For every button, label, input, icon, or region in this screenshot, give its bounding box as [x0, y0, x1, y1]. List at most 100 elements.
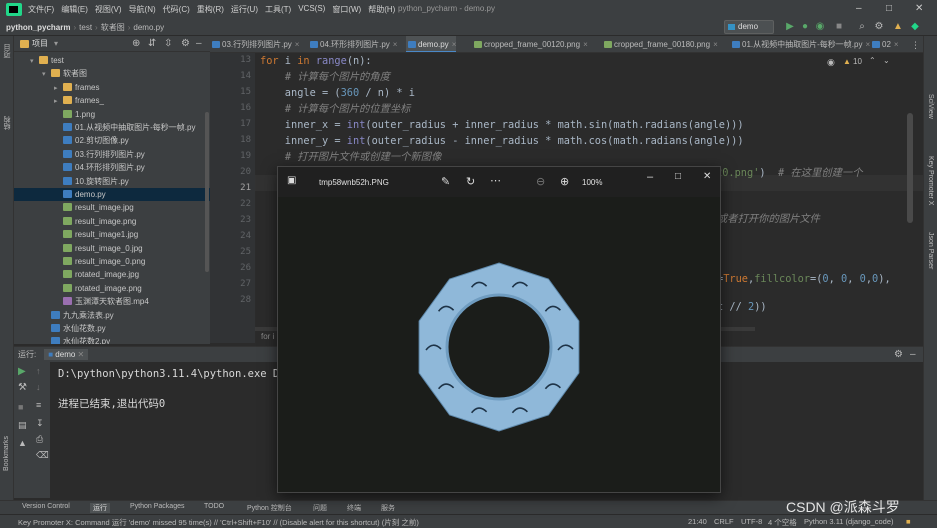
tool-tab[interactable]: 服务: [381, 503, 395, 513]
lock-icon[interactable]: ■: [906, 517, 911, 526]
minimize-icon[interactable]: –: [647, 171, 653, 183]
arrow-down-icon[interactable]: ↓: [36, 382, 41, 392]
chevron-right-icon[interactable]: ▸: [54, 82, 63, 95]
breadcrumb-subfolder[interactable]: 软者图: [101, 22, 125, 33]
coverage-icon[interactable]: ◉: [815, 22, 825, 32]
scroll-end-icon[interactable]: ↧: [36, 418, 44, 429]
debug-icon[interactable]: ●: [800, 22, 810, 32]
settings-icon[interactable]: ⚙: [874, 22, 884, 32]
tool-tab[interactable]: TODO: [204, 503, 224, 510]
close-icon[interactable]: ×: [452, 40, 457, 49]
close-icon[interactable]: ✕: [78, 350, 85, 359]
tree-item[interactable]: result_image.png: [14, 215, 210, 228]
pin-icon[interactable]: ▲: [18, 438, 27, 448]
tree-item[interactable]: ▸ frames_: [14, 94, 210, 107]
rotate-icon[interactable]: ↻: [466, 175, 475, 188]
soft-wrap-icon[interactable]: ≡: [36, 400, 41, 410]
tree-item[interactable]: 01.从视频中抽取图片-每秒一帧.py: [14, 121, 210, 134]
run-icon[interactable]: ▶: [785, 22, 795, 32]
tree-item[interactable]: 1.png: [14, 108, 210, 121]
maximize-icon[interactable]: □: [886, 3, 892, 14]
project-panel-title[interactable]: 项目: [32, 38, 48, 49]
breadcrumb-folder[interactable]: test: [79, 23, 92, 32]
tool-tab[interactable]: 问题: [313, 503, 327, 513]
hide-panel-icon[interactable]: –: [196, 38, 202, 49]
interpreter[interactable]: Python 3.11 (django_code): [804, 517, 894, 526]
close-icon[interactable]: ✕: [703, 171, 711, 182]
minimize-icon[interactable]: –: [856, 3, 862, 14]
tool-tab[interactable]: 终端: [347, 503, 361, 513]
chevron-down-icon[interactable]: ▾: [30, 55, 39, 68]
plugin-icon[interactable]: ◆: [910, 22, 920, 32]
chevron-down-icon[interactable]: ⌄: [883, 56, 890, 65]
tool-tab[interactable]: Python 控制台: [247, 503, 292, 513]
zoom-in-icon[interactable]: ⊕: [560, 175, 569, 188]
caret-position[interactable]: 21:40: [688, 517, 707, 526]
project-tool-tab[interactable]: 项目: [3, 44, 13, 58]
tree-item[interactable]: rotated_image.jpg: [14, 268, 210, 281]
chevron-up-icon[interactable]: ⌃: [869, 56, 876, 65]
editor-tab[interactable]: 01.从视频中抽取图片-每秒一帧.py ×: [730, 36, 870, 52]
tree-item[interactable]: result_image1.jpg: [14, 228, 210, 241]
menu-item[interactable]: VCS(S): [298, 4, 325, 15]
gear-icon[interactable]: ⚙: [181, 38, 190, 49]
tree-item[interactable]: ▾ test: [14, 54, 210, 67]
collapse-all-icon[interactable]: ⇳: [164, 38, 172, 49]
arrow-up-icon[interactable]: ↑: [36, 366, 41, 376]
breadcrumb-project[interactable]: python_pycharm: [6, 23, 70, 32]
editor-scrollbar[interactable]: [907, 113, 913, 223]
tree-item[interactable]: demo.py: [14, 188, 210, 201]
menu-item[interactable]: 导航(N): [129, 4, 156, 15]
tree-item[interactable]: 水仙花数.py: [14, 322, 210, 335]
tool-tab[interactable]: Version Control: [22, 503, 70, 510]
close-icon[interactable]: ×: [894, 40, 899, 49]
editor-tab[interactable]: 03.行列排列图片.py ×: [210, 36, 300, 52]
menu-item[interactable]: 工具(T): [265, 4, 291, 15]
tree-item[interactable]: 04.环形排列图片.py: [14, 161, 210, 174]
run-tab-demo[interactable]: ■ demo ✕: [44, 349, 89, 360]
close-icon[interactable]: ×: [713, 40, 718, 49]
menu-item[interactable]: 代码(C): [163, 4, 190, 15]
menu-item[interactable]: 编辑(E): [61, 4, 88, 15]
menu-item[interactable]: 帮助(H): [368, 4, 395, 15]
locate-icon[interactable]: ⊕: [132, 38, 140, 49]
close-icon[interactable]: ×: [393, 40, 398, 49]
stop-icon[interactable]: ■: [18, 402, 23, 412]
menu-item[interactable]: 视图(V): [95, 4, 122, 15]
edit-image-icon[interactable]: ✎: [441, 175, 450, 188]
tree-item[interactable]: 九九乘法表.py: [14, 309, 210, 322]
gear-icon[interactable]: ⚙: [894, 349, 903, 360]
hide-panel-icon[interactable]: –: [910, 349, 916, 360]
menu-item[interactable]: 文件(F): [28, 4, 54, 15]
bookmarks-tool-tab[interactable]: Bookmarks: [3, 436, 10, 471]
tree-item[interactable]: 玉渊潭天软者图.mp4: [14, 295, 210, 308]
editor-tab[interactable]: cropped_frame_00180.png ×: [602, 36, 718, 52]
json-parser-tool-tab[interactable]: Json Parser: [927, 232, 934, 269]
zoom-level[interactable]: 100%: [582, 178, 602, 187]
rerun-icon[interactable]: ▶: [18, 366, 26, 377]
tree-item[interactable]: result_image_0.png: [14, 255, 210, 268]
editor-tab[interactable]: cropped_frame_00120.png ×: [472, 36, 588, 52]
eye-icon[interactable]: ◉: [827, 57, 835, 68]
editor-tab[interactable]: 02 ×: [870, 36, 899, 52]
maximize-icon[interactable]: □: [675, 171, 681, 182]
close-icon[interactable]: ✕: [915, 3, 923, 14]
tree-item[interactable]: 水仙花数2.py: [14, 335, 210, 344]
close-icon[interactable]: ×: [295, 40, 300, 49]
warning-icon[interactable]: ▲: [843, 57, 851, 66]
tree-item[interactable]: 10.旋转图片.py: [14, 175, 210, 188]
tree-item[interactable]: result_image.jpg: [14, 201, 210, 214]
chevron-right-icon[interactable]: ▸: [54, 95, 63, 108]
sciview-tool-tab[interactable]: SciView: [927, 94, 934, 119]
tree-item[interactable]: result_image_0.jpg: [14, 242, 210, 255]
tool-tab[interactable]: 运行: [90, 503, 110, 513]
print-icon[interactable]: ⎙: [36, 434, 43, 445]
chevron-down-icon[interactable]: ▾: [42, 68, 51, 81]
file-encoding[interactable]: UTF-8: [741, 517, 762, 526]
inspections-count[interactable]: 10: [853, 57, 862, 66]
wrench-icon[interactable]: ⚒: [18, 382, 27, 393]
editor-tab[interactable]: 04.环形排列图片.py ×: [308, 36, 398, 52]
layout-icon[interactable]: ▤: [18, 420, 27, 431]
viewer-canvas[interactable]: [278, 197, 720, 492]
more-tabs-icon[interactable]: ⋮: [911, 40, 920, 51]
